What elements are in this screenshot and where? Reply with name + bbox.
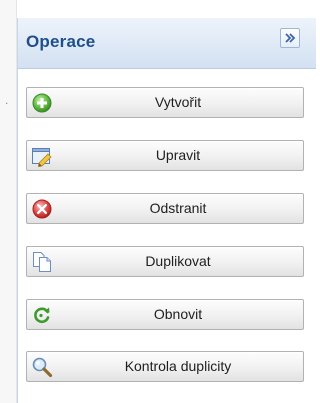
left-pane-edge: . bbox=[0, 0, 17, 403]
duplicate-icon bbox=[33, 252, 51, 272]
duplicate-button-label: Duplikovat bbox=[145, 253, 211, 269]
delete-button-label: Odstranit bbox=[149, 200, 207, 216]
panel-title: Operace bbox=[26, 32, 96, 51]
double-chevron-right-icon bbox=[285, 33, 296, 43]
edit-button[interactable]: Upravit bbox=[26, 140, 304, 171]
delete-icon bbox=[32, 199, 52, 219]
add-icon bbox=[32, 93, 52, 113]
restore-button-label: Obnovit bbox=[153, 306, 203, 322]
screen: . Operace Vytvořit Upravit Odstranit Dup… bbox=[0, 0, 316, 403]
restore-icon bbox=[34, 307, 50, 324]
restore-button[interactable]: Obnovit bbox=[26, 299, 304, 330]
collapse-panel-button[interactable] bbox=[280, 28, 300, 48]
create-button-label: Vytvořit bbox=[154, 94, 202, 110]
delete-button[interactable]: Odstranit bbox=[26, 193, 304, 224]
create-button[interactable]: Vytvořit bbox=[26, 87, 304, 118]
edit-button-label: Upravit bbox=[155, 147, 201, 163]
duplicate-check-button[interactable]: Kontrola duplicity bbox=[26, 351, 304, 382]
left-edge-mark: . bbox=[5, 93, 9, 107]
panel-header: Operace bbox=[18, 18, 316, 69]
duplicate-button[interactable]: Duplikovat bbox=[26, 246, 304, 277]
search-icon bbox=[32, 357, 53, 378]
edit-icon bbox=[32, 148, 52, 167]
duplicate-check-button-label: Kontrola duplicity bbox=[124, 358, 232, 374]
operations-panel: Operace Vytvořit Upravit Odstranit Dupli… bbox=[17, 18, 316, 403]
